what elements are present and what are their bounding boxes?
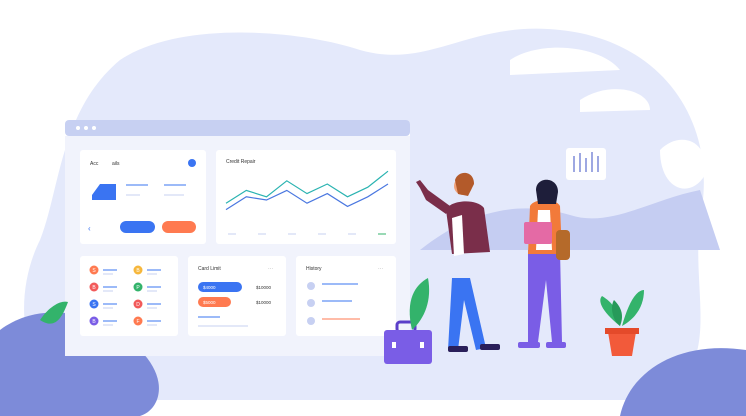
accounts-card: Acc ails ‹ — [80, 150, 206, 244]
more-icon[interactable]: ··· — [268, 266, 273, 272]
accounts-title-right: ails — [112, 161, 120, 167]
window-dot — [76, 126, 80, 130]
notebook-icon — [524, 222, 552, 244]
avatar-list-card: SBSBBPDF — [80, 256, 178, 336]
orange-pill-button[interactable] — [162, 221, 196, 233]
card-limit-card: Card Limit ··· $4000 $10000 $5000 $10000 — [188, 256, 286, 336]
limit-max-1: $10000 — [256, 285, 272, 290]
limit-value-2: $5000 — [203, 300, 216, 305]
check-icon — [307, 299, 315, 307]
history-title: History — [306, 266, 322, 272]
illustration-scene: Acc ails ‹ Credit Repair SBSBBPDF Card L… — [0, 28, 746, 416]
more-icon[interactable]: ··· — [378, 266, 383, 272]
check-icon — [307, 282, 315, 290]
window-title-bar — [65, 120, 410, 136]
history-card: History ··· — [296, 256, 396, 336]
avatar-letter: F — [136, 319, 139, 325]
avatar-letter: D — [136, 302, 140, 308]
bar-chart-icon — [566, 148, 606, 180]
user-icon[interactable] — [188, 159, 196, 167]
accounts-title-left: Acc — [90, 161, 99, 167]
window-dot — [92, 126, 96, 130]
window-dot — [84, 126, 88, 130]
credit-repair-card: Credit Repair — [216, 150, 396, 244]
limit-max-2: $10000 — [256, 300, 272, 305]
back-arrow-icon[interactable]: ‹ — [88, 224, 91, 233]
check-icon — [307, 317, 315, 325]
limit-value-1: $4000 — [203, 285, 216, 290]
card-limit-title: Card Limit — [198, 266, 221, 272]
credit-repair-title: Credit Repair — [226, 159, 256, 165]
blue-pill-button[interactable] — [120, 221, 155, 233]
